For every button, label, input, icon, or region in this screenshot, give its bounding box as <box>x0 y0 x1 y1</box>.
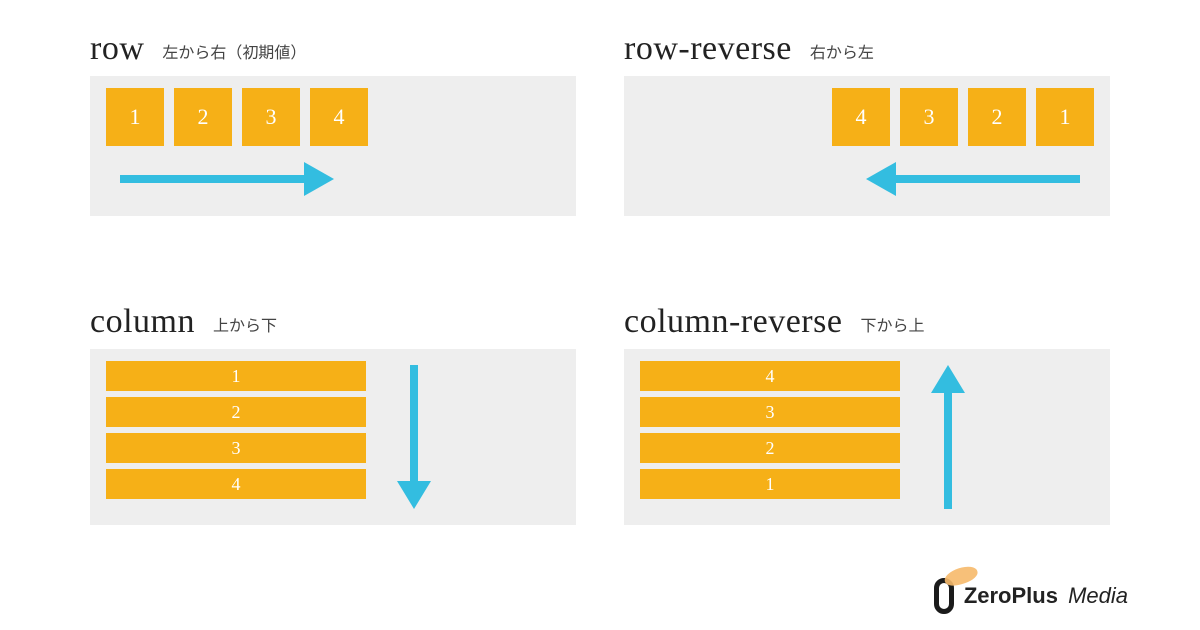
box: 2 <box>174 88 232 146</box>
title-column: column <box>90 305 195 339</box>
header-column: column 上から下 <box>90 305 576 339</box>
box: 4 <box>832 88 890 146</box>
quadrant-column: column 上から下 1 2 3 4 <box>90 305 576 590</box>
panel-row-reverse: 4 3 2 1 <box>624 76 1110 216</box>
arrow-down-icon <box>392 361 436 511</box>
bar: 1 <box>640 469 900 499</box>
bar: 3 <box>106 433 366 463</box>
header-row: row 左から右（初期値） <box>90 32 576 66</box>
column-stack: 1 2 3 4 <box>106 361 366 511</box>
title-column-reverse: column-reverse <box>624 305 842 339</box>
bar: 2 <box>640 433 900 463</box>
subtitle-column: 上から下 <box>213 313 277 339</box>
arrow-right-icon <box>106 156 560 202</box>
bar: 4 <box>106 469 366 499</box>
title-row-reverse: row-reverse <box>624 32 792 66</box>
subtitle-row-reverse: 右から左 <box>810 40 874 66</box>
header-row-reverse: row-reverse 右から左 <box>624 32 1110 66</box>
column-reverse-stack: 4 3 2 1 <box>640 361 900 511</box>
bar: 2 <box>106 397 366 427</box>
box: 4 <box>310 88 368 146</box>
panel-row: 1 2 3 4 <box>90 76 576 216</box>
column-reverse-layout: 4 3 2 1 <box>640 361 1094 511</box>
header-column-reverse: column-reverse 下から上 <box>624 305 1110 339</box>
column-layout: 1 2 3 4 <box>106 361 560 511</box>
panel-column: 1 2 3 4 <box>90 349 576 525</box>
brand-text: ZeroPlus Media <box>964 583 1128 609</box>
box: 1 <box>1036 88 1094 146</box>
row-reverse-boxes: 4 3 2 1 <box>640 88 1094 146</box>
row-boxes: 1 2 3 4 <box>106 88 560 146</box>
arrow-left-icon <box>640 156 1094 202</box>
title-row: row <box>90 32 144 66</box>
bar: 4 <box>640 361 900 391</box>
subtitle-row: 左から右（初期値） <box>162 40 306 66</box>
quadrant-row-reverse: row-reverse 右から左 4 3 2 1 <box>624 32 1110 281</box>
subtitle-column-reverse: 下から上 <box>860 313 924 339</box>
brand-suffix: Media <box>1068 583 1128 608</box>
brand-logo: ZeroPlus Media <box>934 578 1128 614</box>
arrow-up-icon <box>926 361 970 511</box>
panel-column-reverse: 4 3 2 1 <box>624 349 1110 525</box>
quadrant-row: row 左から右（初期値） 1 2 3 4 <box>90 32 576 281</box>
bar: 3 <box>640 397 900 427</box>
bar: 1 <box>106 361 366 391</box>
quadrant-column-reverse: column-reverse 下から上 4 3 2 1 <box>624 305 1110 590</box>
brand-name: ZeroPlus <box>964 583 1058 608</box>
box: 3 <box>900 88 958 146</box>
box: 2 <box>968 88 1026 146</box>
box: 3 <box>242 88 300 146</box>
box: 1 <box>106 88 164 146</box>
